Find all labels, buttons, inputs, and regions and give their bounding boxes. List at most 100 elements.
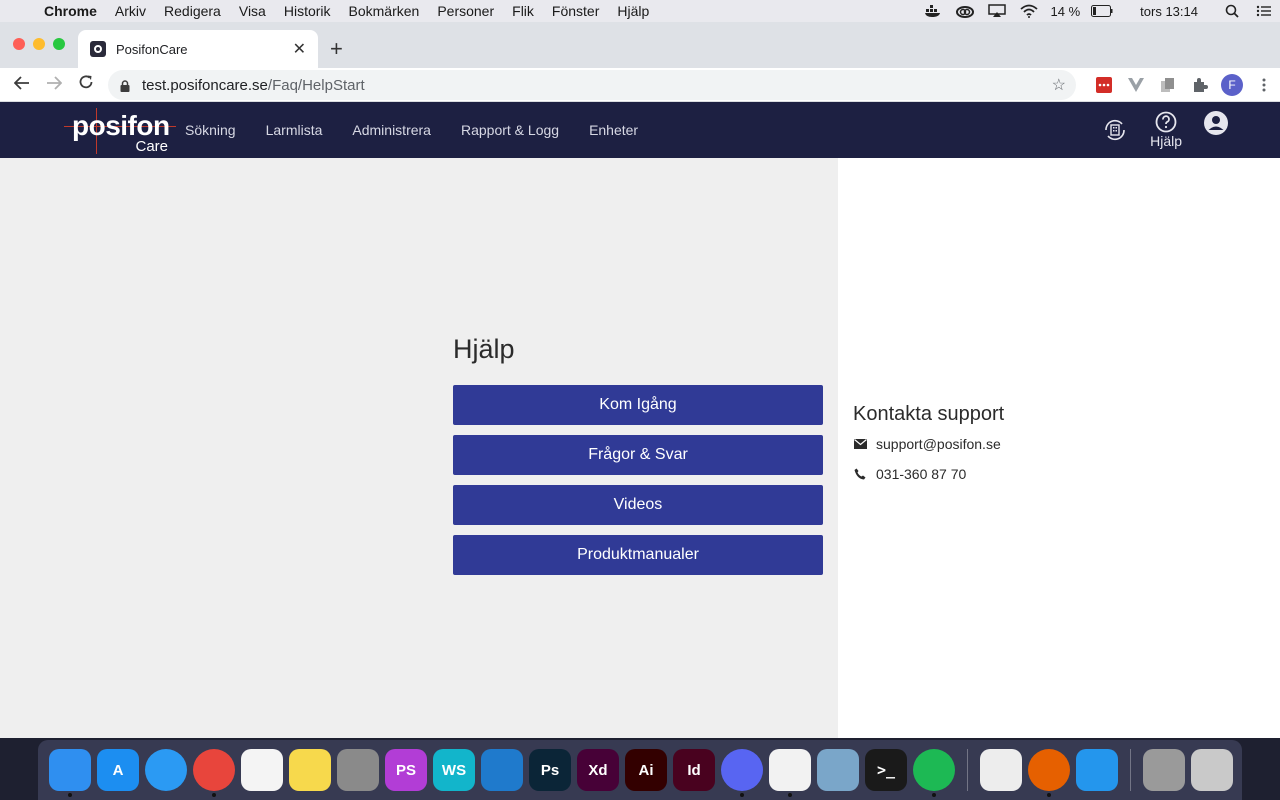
dock-running-indicator <box>212 793 216 797</box>
page-content: Hjälp Kom Igång Frågor & Svar Videos Pro… <box>0 158 1280 738</box>
dock-app-illustrator[interactable]: Ai <box>625 749 667 791</box>
tab-close-icon[interactable]: ✕ <box>293 39 306 59</box>
dock-app-photoshop[interactable]: Ps <box>529 749 571 791</box>
dock-app-preview[interactable] <box>817 749 859 791</box>
dock-app-chrome[interactable] <box>193 749 235 797</box>
dock-app-firefox[interactable] <box>1028 749 1070 797</box>
menu-personer[interactable]: Personer <box>428 3 503 19</box>
dock-app-adobe-xd[interactable]: Xd <box>577 749 619 791</box>
dock-app-indesign[interactable]: Id <box>673 749 715 791</box>
dock-app-slack[interactable] <box>769 749 811 797</box>
menu-hjalp[interactable]: Hjälp <box>608 3 658 19</box>
nav-right-actions: Hjälp <box>1102 102 1228 158</box>
lastpass-extension-icon[interactable] <box>1088 68 1120 102</box>
dock-app-trash[interactable] <box>1191 749 1233 791</box>
menubar-clock[interactable]: tors 13:14 <box>1118 4 1216 19</box>
browser-toolbar: test.posifoncare.se/Faq/HelpStart ☆ F <box>0 68 1280 102</box>
nav-administrera[interactable]: Administrera <box>352 122 431 138</box>
dock-app-label: Xd <box>588 761 608 779</box>
back-button[interactable] <box>6 74 38 95</box>
menu-redigera[interactable]: Redigera <box>155 3 230 19</box>
tab-title: PosifonCare <box>116 41 188 57</box>
dock-app-safari[interactable] <box>145 749 187 791</box>
copy-extension-icon[interactable] <box>1152 68 1184 102</box>
support-title: Kontakta support <box>853 403 1005 425</box>
vue-devtools-icon[interactable] <box>1120 68 1152 102</box>
forward-button[interactable] <box>38 74 70 95</box>
switch-organization-button[interactable] <box>1102 117 1128 143</box>
dock-app-webstorm[interactable]: WS <box>433 749 475 791</box>
menu-visa[interactable]: Visa <box>230 3 275 19</box>
help-button[interactable]: Hjälp <box>1150 111 1182 149</box>
macos-menubar: Chrome Arkiv Redigera Visa Historik Bokm… <box>0 0 1280 22</box>
zoom-window-button[interactable] <box>53 38 65 50</box>
dock-app-terminal[interactable]: >_ <box>865 749 907 791</box>
help-question-icon <box>1155 111 1177 133</box>
browser-window: PosifonCare ✕ + test.posifoncare.se/Faq/… <box>0 22 1280 738</box>
dock-app-reminders[interactable] <box>241 749 283 791</box>
lock-icon[interactable] <box>120 79 130 92</box>
main-nav: Sökning Larmlista Administrera Rapport &… <box>185 102 638 158</box>
dock-app-spotify[interactable] <box>913 749 955 797</box>
phone-icon <box>853 468 867 480</box>
user-account-button[interactable] <box>1204 111 1228 135</box>
dock-app-docker[interactable] <box>1076 749 1118 791</box>
dock-app-system-preferences[interactable] <box>337 749 379 791</box>
dock-running-indicator <box>788 793 792 797</box>
dock-app-vs-code[interactable] <box>481 749 523 791</box>
nav-enheter[interactable]: Enheter <box>589 122 638 138</box>
menu-fonster[interactable]: Fönster <box>543 3 608 19</box>
support-phone[interactable]: 031-360 87 70 <box>876 466 966 482</box>
dock-app-downloads[interactable] <box>1143 749 1185 791</box>
minimize-window-button[interactable] <box>33 38 45 50</box>
dock-app-textedit[interactable] <box>980 749 1022 791</box>
menu-flik[interactable]: Flik <box>503 3 543 19</box>
dock-app-notes[interactable] <box>289 749 331 791</box>
menu-app-name[interactable]: Chrome <box>40 3 106 19</box>
bookmark-star-icon[interactable]: ☆ <box>1052 75 1066 95</box>
menu-historik[interactable]: Historik <box>275 3 340 19</box>
dock-app-finder[interactable] <box>49 749 91 797</box>
dock-app-phpstorm[interactable]: PS <box>385 749 427 791</box>
videos-button[interactable]: Videos <box>453 485 823 525</box>
menu-arkiv[interactable]: Arkiv <box>106 3 155 19</box>
close-window-button[interactable] <box>13 38 25 50</box>
extensions-area: F <box>1088 68 1280 102</box>
creative-cloud-icon[interactable] <box>949 0 981 22</box>
support-email[interactable]: support@posifon.se <box>876 436 1001 452</box>
address-bar[interactable]: test.posifoncare.se/Faq/HelpStart ☆ <box>108 70 1076 100</box>
dock-app-label: Ps <box>540 761 560 779</box>
profile-avatar[interactable]: F <box>1216 68 1248 102</box>
produktmanualer-button[interactable]: Produktmanualer <box>453 535 823 575</box>
support-phone-row: 031-360 87 70 <box>853 466 966 482</box>
menu-bokmarken[interactable]: Bokmärken <box>340 3 429 19</box>
posifon-care-logo[interactable]: posifon Care <box>64 108 176 155</box>
envelope-icon <box>853 439 867 449</box>
tab-strip: PosifonCare ✕ + <box>0 22 1280 68</box>
new-tab-button[interactable]: + <box>330 36 343 62</box>
extensions-puzzle-icon[interactable] <box>1184 68 1216 102</box>
wifi-icon[interactable] <box>1013 0 1045 22</box>
macos-dock: A PS WS Ps Xd Ai Id >_ <box>38 740 1242 800</box>
chrome-menu-icon[interactable] <box>1248 68 1280 102</box>
docker-status-icon[interactable] <box>917 0 949 22</box>
control-center-icon[interactable] <box>1248 0 1280 22</box>
dock-app-label: Id <box>687 761 701 779</box>
page-title: Hjälp <box>453 334 515 364</box>
spotlight-icon[interactable] <box>1216 0 1248 22</box>
fragor-svar-button[interactable]: Frågor & Svar <box>453 435 823 475</box>
kom-igang-button[interactable]: Kom Igång <box>453 385 823 425</box>
dock-app-app-store[interactable]: A <box>97 749 139 791</box>
dock-running-indicator <box>1047 793 1051 797</box>
app-navbar: posifon Care Sökning Larmlista Administr… <box>0 102 1280 158</box>
window-controls <box>13 38 65 50</box>
dock-separator <box>1130 749 1131 791</box>
airplay-icon[interactable] <box>981 0 1013 22</box>
nav-sokning[interactable]: Sökning <box>185 122 236 138</box>
dock-app-discord[interactable] <box>721 749 763 797</box>
nav-rapport-logg[interactable]: Rapport & Logg <box>461 122 559 138</box>
browser-tab-active[interactable]: PosifonCare ✕ <box>78 30 318 68</box>
reload-button[interactable] <box>70 74 102 95</box>
nav-larmlista[interactable]: Larmlista <box>266 122 323 138</box>
battery-icon[interactable] <box>1086 0 1118 22</box>
